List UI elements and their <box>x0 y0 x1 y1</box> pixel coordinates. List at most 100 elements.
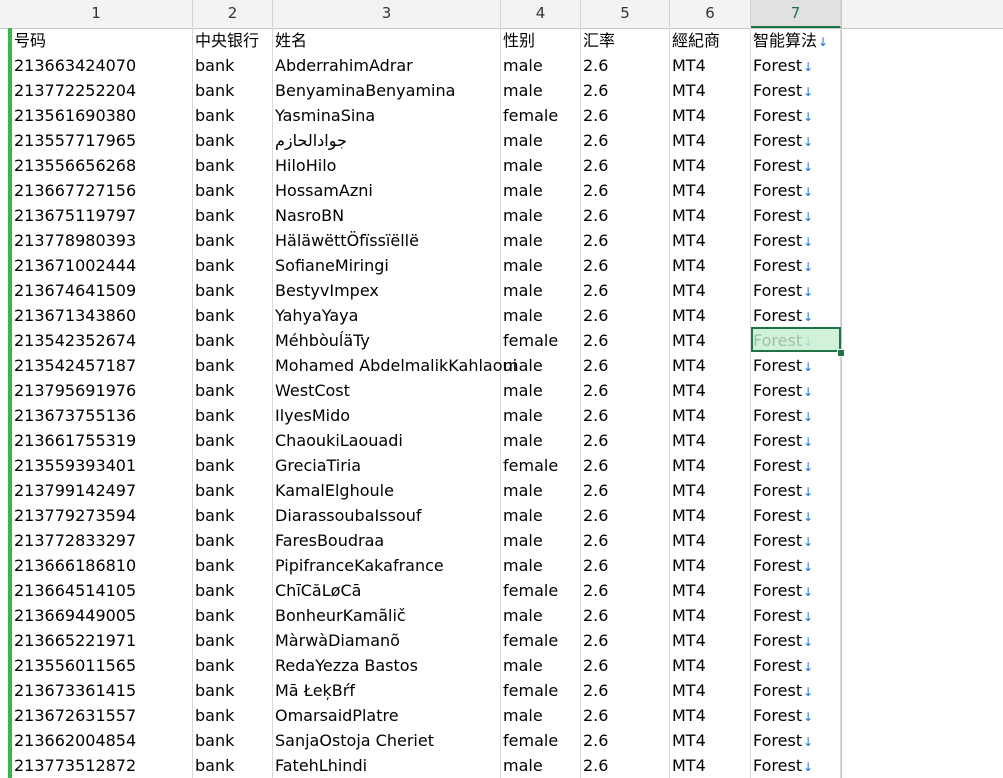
rate-cell[interactable]: 2.6 <box>581 753 670 778</box>
algorithm-cell[interactable]: Forest↓ <box>751 703 841 728</box>
gender-cell[interactable]: male <box>501 128 581 153</box>
name-cell[interactable]: SofianeMiringi <box>273 253 501 278</box>
name-cell[interactable]: Mohamed AbdelmalikKahlaoui <box>273 353 517 378</box>
name-cell[interactable]: FaresBoudraa <box>273 528 501 553</box>
algorithm-cell[interactable]: Forest↓ <box>751 53 841 78</box>
algorithm-cell[interactable]: Forest↓ <box>751 553 841 578</box>
central-bank-cell[interactable]: bank <box>193 578 273 603</box>
column-header-2[interactable]: 2 <box>193 0 273 27</box>
gender-cell[interactable]: male <box>501 603 581 628</box>
number-cell[interactable]: 213664514105 <box>12 578 193 603</box>
central-bank-cell[interactable]: bank <box>193 728 273 753</box>
algorithm-cell[interactable]: Forest↓ <box>751 728 841 753</box>
broker-cell[interactable]: MT4 <box>670 603 751 628</box>
broker-cell[interactable]: MT4 <box>670 703 751 728</box>
selected-cell[interactable] <box>751 327 841 352</box>
broker-cell[interactable]: MT4 <box>670 453 751 478</box>
broker-cell[interactable]: MT4 <box>670 753 751 778</box>
name-cell[interactable]: MàrwàDiamanõ <box>273 628 501 653</box>
central-bank-cell[interactable]: bank <box>193 253 273 278</box>
rate-cell[interactable]: 2.6 <box>581 253 670 278</box>
broker-cell[interactable]: MT4 <box>670 103 751 128</box>
column-header-6[interactable]: 6 <box>670 0 751 27</box>
header-cell-broker[interactable]: 經紀商 <box>670 28 751 53</box>
rate-cell[interactable]: 2.6 <box>581 678 670 703</box>
name-cell[interactable]: Mā ŁeķBŕf <box>273 678 501 703</box>
name-cell[interactable]: KamalElghoule <box>273 478 501 503</box>
central-bank-cell[interactable]: bank <box>193 653 273 678</box>
gender-cell[interactable]: male <box>501 653 581 678</box>
number-cell[interactable]: 213662004854 <box>12 728 193 753</box>
number-cell[interactable]: 213778980393 <box>12 228 193 253</box>
number-cell[interactable]: 213542457187 <box>12 353 193 378</box>
algorithm-cell[interactable]: Forest↓ <box>751 653 841 678</box>
broker-cell[interactable]: MT4 <box>670 53 751 78</box>
central-bank-cell[interactable]: bank <box>193 478 273 503</box>
algorithm-cell[interactable]: Forest↓ <box>751 203 841 228</box>
number-cell[interactable]: 213542352674 <box>12 328 193 353</box>
central-bank-cell[interactable]: bank <box>193 553 273 578</box>
rate-cell[interactable]: 2.6 <box>581 528 670 553</box>
number-cell[interactable]: 213779273594 <box>12 503 193 528</box>
number-cell[interactable]: 213773512872 <box>12 753 193 778</box>
header-cell-name[interactable]: 姓名 <box>273 28 501 53</box>
rate-cell[interactable]: 2.6 <box>581 228 670 253</box>
rate-cell[interactable]: 2.6 <box>581 353 670 378</box>
name-cell[interactable]: GreciaTiria <box>273 453 501 478</box>
algorithm-cell[interactable]: Forest↓ <box>751 278 841 303</box>
name-cell[interactable]: BonheurKamãlič <box>273 603 501 628</box>
algorithm-cell[interactable]: Forest↓ <box>751 353 841 378</box>
number-cell[interactable]: 213672631557 <box>12 703 193 728</box>
number-cell[interactable]: 213669449005 <box>12 603 193 628</box>
header-cell-gender[interactable]: 性别 <box>501 28 581 53</box>
rate-cell[interactable]: 2.6 <box>581 703 670 728</box>
broker-cell[interactable]: MT4 <box>670 128 751 153</box>
gender-cell[interactable]: female <box>501 728 581 753</box>
gender-cell[interactable]: female <box>501 103 581 128</box>
central-bank-cell[interactable]: bank <box>193 753 273 778</box>
number-cell[interactable]: 213675119797 <box>12 203 193 228</box>
fill-handle[interactable] <box>837 349 845 357</box>
central-bank-cell[interactable]: bank <box>193 128 273 153</box>
header-cell-number[interactable]: 号码 <box>12 28 193 53</box>
gender-cell[interactable]: male <box>501 753 581 778</box>
broker-cell[interactable]: MT4 <box>670 153 751 178</box>
name-cell[interactable]: NasroBN <box>273 203 501 228</box>
header-cell-rate[interactable]: 汇率 <box>581 28 670 53</box>
header-cell-central-bank[interactable]: 中央银行 <box>193 28 273 53</box>
central-bank-cell[interactable]: bank <box>193 378 273 403</box>
central-bank-cell[interactable]: bank <box>193 403 273 428</box>
central-bank-cell[interactable]: bank <box>193 303 273 328</box>
algorithm-cell[interactable]: Forest↓ <box>751 503 841 528</box>
algorithm-cell[interactable]: Forest↓ <box>751 153 841 178</box>
name-cell[interactable]: HäläwëttÖfïssïëllë <box>273 228 501 253</box>
gender-cell[interactable]: female <box>501 453 581 478</box>
algorithm-cell[interactable]: Forest↓ <box>751 628 841 653</box>
header-cell-algorithm[interactable]: 智能算法↓ <box>751 28 841 53</box>
rate-cell[interactable]: 2.6 <box>581 128 670 153</box>
gender-cell[interactable]: male <box>501 378 581 403</box>
rate-cell[interactable]: 2.6 <box>581 203 670 228</box>
algorithm-cell[interactable]: Forest↓ <box>751 528 841 553</box>
gender-cell[interactable]: male <box>501 303 581 328</box>
gender-cell[interactable]: female <box>501 678 581 703</box>
algorithm-cell[interactable]: Forest↓ <box>751 178 841 203</box>
number-cell[interactable]: 213667727156 <box>12 178 193 203</box>
rate-cell[interactable]: 2.6 <box>581 78 670 103</box>
column-header-5[interactable]: 5 <box>581 0 670 27</box>
name-cell[interactable]: ChīCăLøCā <box>273 578 501 603</box>
number-cell[interactable]: 213663424070 <box>12 53 193 78</box>
number-cell[interactable]: 213556656268 <box>12 153 193 178</box>
name-cell[interactable]: جوادالحازم <box>273 128 501 153</box>
name-cell[interactable]: YahyaYaya <box>273 303 501 328</box>
algorithm-cell[interactable]: Forest↓ <box>751 253 841 278</box>
broker-cell[interactable]: MT4 <box>670 78 751 103</box>
algorithm-cell[interactable]: Forest↓ <box>751 678 841 703</box>
central-bank-cell[interactable]: bank <box>193 53 273 78</box>
rate-cell[interactable]: 2.6 <box>581 503 670 528</box>
gender-cell[interactable]: male <box>501 178 581 203</box>
broker-cell[interactable]: MT4 <box>670 578 751 603</box>
rate-cell[interactable]: 2.6 <box>581 728 670 753</box>
rate-cell[interactable]: 2.6 <box>581 328 670 353</box>
broker-cell[interactable]: MT4 <box>670 728 751 753</box>
